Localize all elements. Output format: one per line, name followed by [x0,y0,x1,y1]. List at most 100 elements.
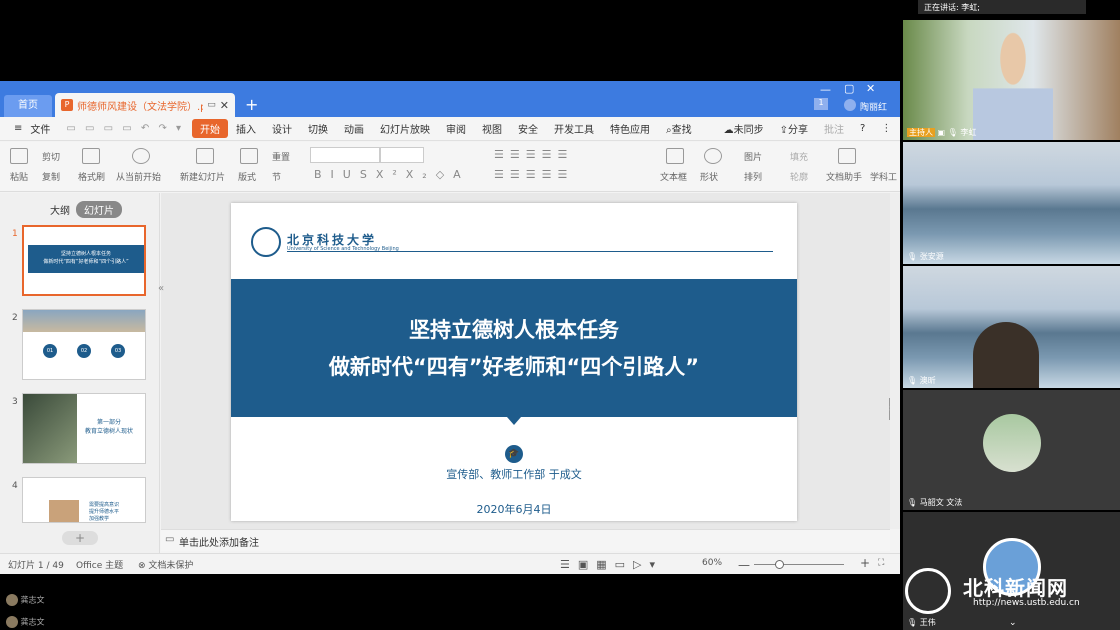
collapse-panel-icon[interactable]: « [158,283,164,294]
maximize-button[interactable]: ▢ [844,82,854,95]
current-slide[interactable]: 北京科技大学 University of Science and Technol… [231,203,797,521]
fit-window-icon[interactable]: ⛶ [878,558,884,568]
slide-panel: 大纲 幻灯片 1 坚持立德树人根本任务 做新时代“四有”好老师和“四个引路人” … [0,193,160,553]
tab-document-label: 师德师风建设（文法学院）.pptx [77,101,203,113]
protection-status[interactable]: ⊗ 文档未保护 [138,558,193,571]
notes-bar[interactable]: ▭ 单击此处添加备注 [161,529,890,551]
help-icon[interactable]: ? [852,123,873,134]
paste-button[interactable]: 粘贴 [10,170,28,183]
font-size-select[interactable] [380,147,424,163]
comment-button[interactable]: 批注 [816,121,852,136]
shape-icon[interactable] [704,148,722,164]
from-current-button[interactable]: 从当前开始 [116,170,161,183]
close-tab-icon[interactable]: ✕ [220,99,229,112]
doc-assistant-button[interactable]: 文档助手 [826,170,862,183]
outline-button[interactable]: 轮廓 [790,170,808,183]
format-painter-button[interactable]: 格式刷 [78,170,105,183]
textbox-icon[interactable] [666,148,684,164]
picture-button[interactable]: 图片 [744,150,762,163]
sync-label: 未同步 [733,125,764,136]
section-button[interactable]: 节 [272,170,281,183]
play-icon[interactable] [132,148,150,164]
font-name-select[interactable] [310,147,380,163]
thumb-num: 4 [12,481,18,491]
video-tile[interactable]: 🎙 张安源 [903,142,1120,264]
video-tile[interactable]: 🎙 澳昕 [903,266,1120,388]
format-painter-icon[interactable] [82,148,100,164]
fill-button[interactable]: 填充 [790,150,808,163]
paste-icon[interactable] [10,148,28,164]
slide-thumbnail-1[interactable]: 坚持立德树人根本任务 做新时代“四有”好老师和“四个引路人” [22,225,146,296]
menu-transition[interactable]: 切换 [300,121,336,136]
banner-pointer [507,417,521,425]
slide-thumbnail-3[interactable]: 第一部分 教育立德树人现状 [22,393,146,464]
view-buttons[interactable]: ☰▣▦▭▷▾ [560,558,663,571]
menu-animation[interactable]: 动画 [336,121,372,136]
zoom-in-button[interactable]: + [860,556,870,570]
copy-button[interactable]: 复制 [42,170,60,183]
reset-button[interactable]: 重置 [272,150,290,163]
tab-slides[interactable]: 幻灯片 [76,201,122,218]
tab-outline[interactable]: 大纲 [42,201,78,218]
participant-name: 马韶文 文法 [919,498,963,507]
layout-icon[interactable] [240,148,258,164]
user-avatar[interactable] [844,99,856,111]
more-icon[interactable]: ⋮ [873,123,899,134]
doc-assistant-icon[interactable] [838,148,856,164]
zoom-out-button[interactable]: — [738,558,750,572]
close-window-button[interactable]: ✕ [866,82,875,95]
menu-devtools[interactable]: 开发工具 [546,121,602,136]
host-badge: 主持人 [907,128,935,137]
zoom-slider[interactable] [754,564,844,565]
paragraph-buttons[interactable]: ☰☰☰☰☰ [494,148,573,161]
mic-icon: 🎙 [947,128,958,137]
menu-review[interactable]: 审阅 [438,121,474,136]
menu-security[interactable]: 安全 [510,121,546,136]
zoom-slider-handle[interactable] [775,560,784,569]
participant-label: 🎙 马韶文 文法 [907,497,962,508]
menu-view[interactable]: 视图 [474,121,510,136]
slide-thumbnail-2[interactable]: 01 02 03 [22,309,146,380]
vertical-scrollbar[interactable] [890,193,900,529]
video-tile[interactable]: 🎙 马韶文 文法 [903,390,1120,510]
shape-button[interactable]: 形状 [700,170,718,183]
participant-video [973,24,1053,140]
arrange-button[interactable]: 排列 [744,170,762,183]
share-button[interactable]: ⇪分享 [772,121,816,136]
speaking-text: 正在讲话: 李虹; [924,3,980,12]
textbox-button[interactable]: 文本框 [660,170,687,183]
quick-toolbar[interactable]: ▭ ▭ ▭ ▭ ↶ ↷ ▾ [58,123,192,134]
align-buttons[interactable]: ☰☰☰☰☰ [494,168,573,181]
new-tab-button[interactable]: + [245,95,258,114]
new-slide-icon[interactable] [196,148,214,164]
wps-window: 首页 P 师德师风建设（文法学院）.pptx ▭ ✕ + — ▢ ✕ 1 陶丽红… [0,81,917,574]
menu-features[interactable]: 特色应用 [602,121,658,136]
cut-button[interactable]: 剪切 [42,150,60,163]
chevron-down-icon[interactable]: ⌄ [1009,618,1017,628]
menu-insert[interactable]: 插入 [228,121,264,136]
menu-search[interactable]: ⌕查找 [658,121,700,136]
minimize-button[interactable]: — [820,83,831,96]
status-bar: 幻灯片 1 / 49 Office 主题 ⊗ 文档未保护 ☰▣▦▭▷▾ 60% … [0,553,900,574]
font-style-buttons[interactable]: BIUSX²X₂◇A [314,168,470,181]
hamburger-icon[interactable]: ≡ [6,123,30,134]
subject-button[interactable]: 学科工 [870,170,897,183]
zoom-level[interactable]: 60% [702,558,722,568]
menu-file[interactable]: 文件 [30,121,58,136]
new-slide-button[interactable]: 新建幻灯片 [180,170,225,183]
thumb-part-title: 教育立德树人现状 [85,428,134,435]
add-slide-button[interactable]: + [62,531,98,545]
mic-icon: 🎙 [907,618,918,627]
user-avatar-icon [6,616,18,628]
layout-button[interactable]: 版式 [238,170,256,183]
sync-status[interactable]: ☁未同步 [716,121,772,136]
menu-design[interactable]: 设计 [264,121,300,136]
mic-icon: 🎙 [907,498,918,507]
tab-home[interactable]: 首页 [4,95,52,117]
menu-start[interactable]: 开始 [192,119,229,138]
video-tile[interactable]: 主持人 ▣ 🎙 李虹 [903,20,1120,140]
tab-document[interactable]: P 师德师风建设（文法学院）.pptx ▭ ✕ [55,93,235,117]
menu-slideshow[interactable]: 幻灯片放映 [372,121,438,136]
slide-thumbnail-4[interactable]: 需要提高意识 提升师德水平 加强教学 [22,477,146,523]
video-tile[interactable]: 北科新闻网 http://news.ustb.edu.cn 🎙 王伟 ⌄ [903,512,1120,630]
